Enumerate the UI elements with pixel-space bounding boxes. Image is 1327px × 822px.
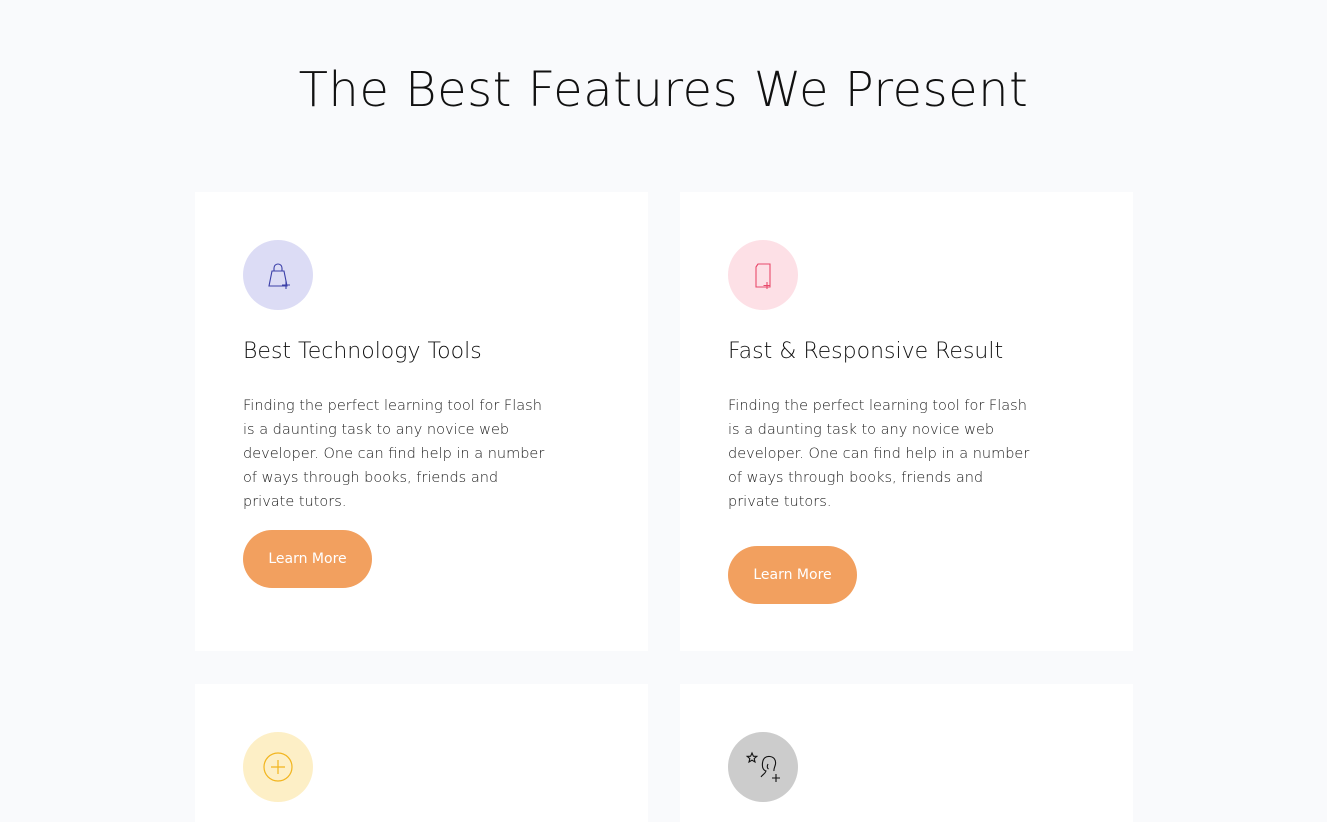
person-star-plus-icon bbox=[728, 732, 798, 802]
features-page: The Best Features We Present Best Techno… bbox=[0, 0, 1327, 822]
shopping-bag-plus-icon bbox=[243, 240, 313, 310]
card-title: Best Technology Tools bbox=[243, 339, 482, 364]
feature-card-4 bbox=[680, 684, 1133, 822]
circle-plus-icon bbox=[243, 732, 313, 802]
learn-more-button[interactable]: Learn More bbox=[243, 530, 372, 588]
feature-card-3 bbox=[195, 684, 648, 822]
feature-card-technology-tools: Best Technology Tools Finding the perfec… bbox=[195, 192, 648, 651]
card-title: Fast & Responsive Result bbox=[728, 339, 1004, 364]
section-title: The Best Features We Present bbox=[298, 62, 1029, 118]
card-description: Finding the perfect learning tool for Fl… bbox=[728, 398, 1030, 510]
document-plus-icon bbox=[728, 240, 798, 310]
learn-more-button[interactable]: Learn More bbox=[728, 546, 857, 604]
feature-card-responsive-result: Fast & Responsive Result Finding the per… bbox=[680, 192, 1133, 651]
card-description: Finding the perfect learning tool for Fl… bbox=[243, 398, 545, 510]
